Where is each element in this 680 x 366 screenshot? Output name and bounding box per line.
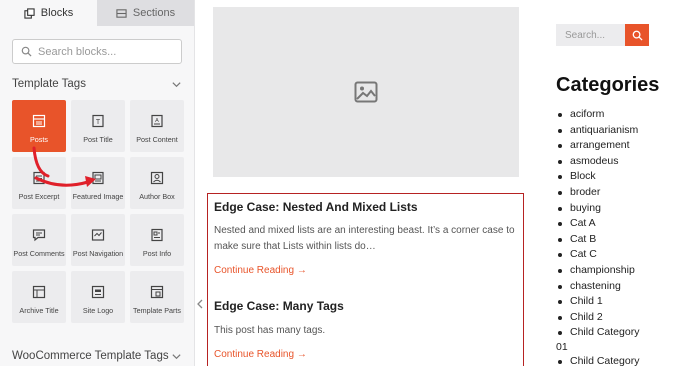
post-item: Edge Case: Nested And Mixed Lists Nested… xyxy=(214,200,523,278)
block-post-content[interactable]: A Post Content xyxy=(130,100,184,152)
annotation-arrow xyxy=(32,146,96,187)
category-item[interactable]: aciform xyxy=(556,108,639,124)
block-post-title[interactable]: T Post Title xyxy=(71,100,125,152)
chevron-down-icon xyxy=(172,81,181,87)
sidebar-search-button[interactable] xyxy=(625,24,649,46)
search-blocks-input[interactable] xyxy=(38,45,178,58)
continue-reading-link[interactable]: Continue Reading → xyxy=(214,265,307,276)
category-item[interactable]: Cat B xyxy=(556,233,639,249)
block-label: Template Parts xyxy=(133,306,181,315)
post-title-icon: T xyxy=(92,114,104,128)
category-item[interactable]: Child 2 xyxy=(556,311,639,327)
category-item[interactable]: Child Category 01 xyxy=(556,326,639,353)
post-item: Edge Case: Many Tags This post has many … xyxy=(214,299,523,362)
category-item[interactable]: championship xyxy=(556,264,639,280)
woocommerce-tags-header[interactable]: WooCommerce Template Tags xyxy=(12,350,182,362)
sections-icon xyxy=(116,8,127,18)
category-item[interactable]: Cat A xyxy=(556,217,639,233)
search-icon xyxy=(632,30,643,41)
template-tags-label: Template Tags xyxy=(12,78,86,90)
category-item-suffix: 01 xyxy=(556,341,568,354)
block-archive-title[interactable]: Archive Title xyxy=(12,271,66,323)
post-navigation-icon xyxy=(91,229,105,241)
site-logo-icon xyxy=(91,285,105,299)
categories-title: Categories xyxy=(556,74,660,96)
sidebar-search: Search... xyxy=(556,24,649,46)
posts-icon xyxy=(32,114,46,128)
block-template-parts[interactable]: Template Parts xyxy=(130,271,184,323)
category-item[interactable]: arrangement xyxy=(556,139,639,155)
block-posts[interactable]: Posts xyxy=(12,100,66,152)
image-icon xyxy=(354,81,378,103)
tab-sections[interactable]: Sections xyxy=(97,0,194,26)
svg-text:T: T xyxy=(96,119,101,126)
category-item[interactable]: asmodeus xyxy=(556,155,639,171)
tab-sections-label: Sections xyxy=(132,7,176,19)
category-item[interactable]: broder xyxy=(556,186,639,202)
category-item[interactable]: antiquarianism xyxy=(556,124,639,140)
category-item[interactable]: Cat C xyxy=(556,248,639,264)
block-label: Author Box xyxy=(139,192,175,201)
block-label: Archive Title xyxy=(19,306,59,315)
archive-title-icon xyxy=(32,285,46,299)
blocks-icon xyxy=(24,7,35,19)
post-excerpt: Nested and mixed lists are an interestin… xyxy=(214,225,515,252)
panel-tabs: Blocks Sections xyxy=(0,0,194,26)
posts-block-selected[interactable]: Edge Case: Nested And Mixed Lists Nested… xyxy=(207,193,524,366)
category-item[interactable]: Child Category xyxy=(556,355,639,366)
block-post-comments[interactable]: Post Comments xyxy=(12,214,66,266)
chevron-down-icon xyxy=(172,353,181,359)
template-parts-icon xyxy=(150,285,164,299)
tab-blocks[interactable]: Blocks xyxy=(0,0,97,26)
post-title[interactable]: Edge Case: Many Tags xyxy=(214,299,523,313)
author-box-icon xyxy=(150,171,164,185)
block-label: Post Comments xyxy=(13,249,65,258)
featured-image-placeholder[interactable] xyxy=(213,7,519,177)
block-label: Site Logo xyxy=(82,306,114,315)
category-item[interactable]: buying xyxy=(556,202,639,218)
category-item[interactable]: chastening xyxy=(556,280,639,296)
woocommerce-tags-label: WooCommerce Template Tags xyxy=(12,350,169,362)
collapse-panel-icon[interactable] xyxy=(196,298,204,310)
category-item[interactable]: Child 1 xyxy=(556,295,639,311)
block-post-navigation[interactable]: Post Navigation xyxy=(71,214,125,266)
block-site-logo[interactable]: Site Logo xyxy=(71,271,125,323)
category-item[interactable]: Block xyxy=(556,170,639,186)
post-comments-icon xyxy=(32,229,46,242)
svg-text:A: A xyxy=(155,118,159,124)
block-label: Post Title xyxy=(83,135,113,144)
block-label: Post Info xyxy=(142,249,172,258)
continue-reading-link[interactable]: Continue Reading → xyxy=(214,349,307,360)
block-label: Post Navigation xyxy=(72,249,124,258)
post-info-icon xyxy=(151,228,163,242)
block-label: Posts xyxy=(30,135,48,144)
sidebar-search-input[interactable]: Search... xyxy=(556,24,625,46)
block-post-info[interactable]: Post Info xyxy=(130,214,184,266)
template-blocks-grid: Posts T Post Title A Post Content Post E… xyxy=(12,100,194,323)
post-content-icon: A xyxy=(151,114,163,128)
search-blocks-field[interactable] xyxy=(12,39,182,64)
post-excerpt: This post has many tags. xyxy=(214,325,326,336)
categories-list: aciform antiquarianism arrangement asmod… xyxy=(556,108,639,366)
template-tags-header[interactable]: Template Tags xyxy=(12,78,182,90)
post-title[interactable]: Edge Case: Nested And Mixed Lists xyxy=(214,200,523,214)
block-label: Post Content xyxy=(136,135,178,144)
tab-blocks-label: Blocks xyxy=(40,7,74,19)
block-author-box[interactable]: Author Box xyxy=(130,157,184,209)
search-icon xyxy=(21,46,32,57)
